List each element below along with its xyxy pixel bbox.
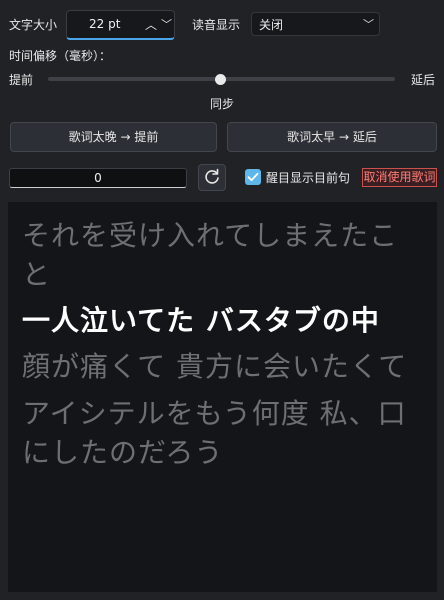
advance-label: 提前 <box>9 73 34 87</box>
refresh-icon <box>205 168 219 184</box>
font-size-spinbox[interactable]: 22 pt ︿ ﹀ <box>66 10 175 40</box>
lyric-line: 顔が痛くて 貴方に会いたくて <box>22 350 408 383</box>
cancel-lyrics-button[interactable]: 取消使用歌词 <box>362 168 437 187</box>
lyric-line: アイシテルをもう何度 私、口 <box>22 397 407 430</box>
checkmark-icon <box>247 172 259 182</box>
time-offset-slider-handle[interactable] <box>215 74 226 85</box>
chevron-down-icon[interactable]: ﹀ <box>161 16 172 32</box>
lyrics-early-button[interactable]: 歌词太早 → 延后 <box>227 122 437 152</box>
lyric-line: それを受け入れてしまえたこ <box>22 219 399 252</box>
lyric-line: と <box>22 258 52 291</box>
highlight-checkbox[interactable] <box>245 169 261 185</box>
offset-input[interactable]: 0 <box>9 168 187 188</box>
sync-label: 同步 <box>210 97 235 111</box>
time-offset-label: 时间偏移（毫秒）： <box>9 49 112 63</box>
lyric-line: にしたのだろう <box>22 436 224 469</box>
delay-label: 延后 <box>411 73 436 87</box>
reading-display-label: 读音显示 <box>192 18 241 32</box>
lyrics-late-button[interactable]: 歌词太晚 → 提前 <box>10 122 217 152</box>
highlight-checkbox-label[interactable]: 醒目显示目前句 <box>266 170 350 186</box>
reset-button[interactable] <box>198 164 226 191</box>
chevron-up-icon[interactable]: ︿ <box>145 16 157 33</box>
chevron-down-icon: ﹀ <box>363 18 374 31</box>
font-size-label: 文字大小 <box>9 18 58 32</box>
font-size-value[interactable]: 22 pt <box>89 17 120 31</box>
lyric-line-current: 一人泣いてた バスタブの中 <box>22 304 380 337</box>
lyrics-panel: それを受け入れてしまえたこ と 一人泣いてた バスタブの中 顔が痛くて 貴方に会… <box>8 202 437 592</box>
reading-display-select[interactable]: 关闭 ﹀ <box>251 12 380 36</box>
reading-display-value: 关闭 <box>259 18 284 32</box>
